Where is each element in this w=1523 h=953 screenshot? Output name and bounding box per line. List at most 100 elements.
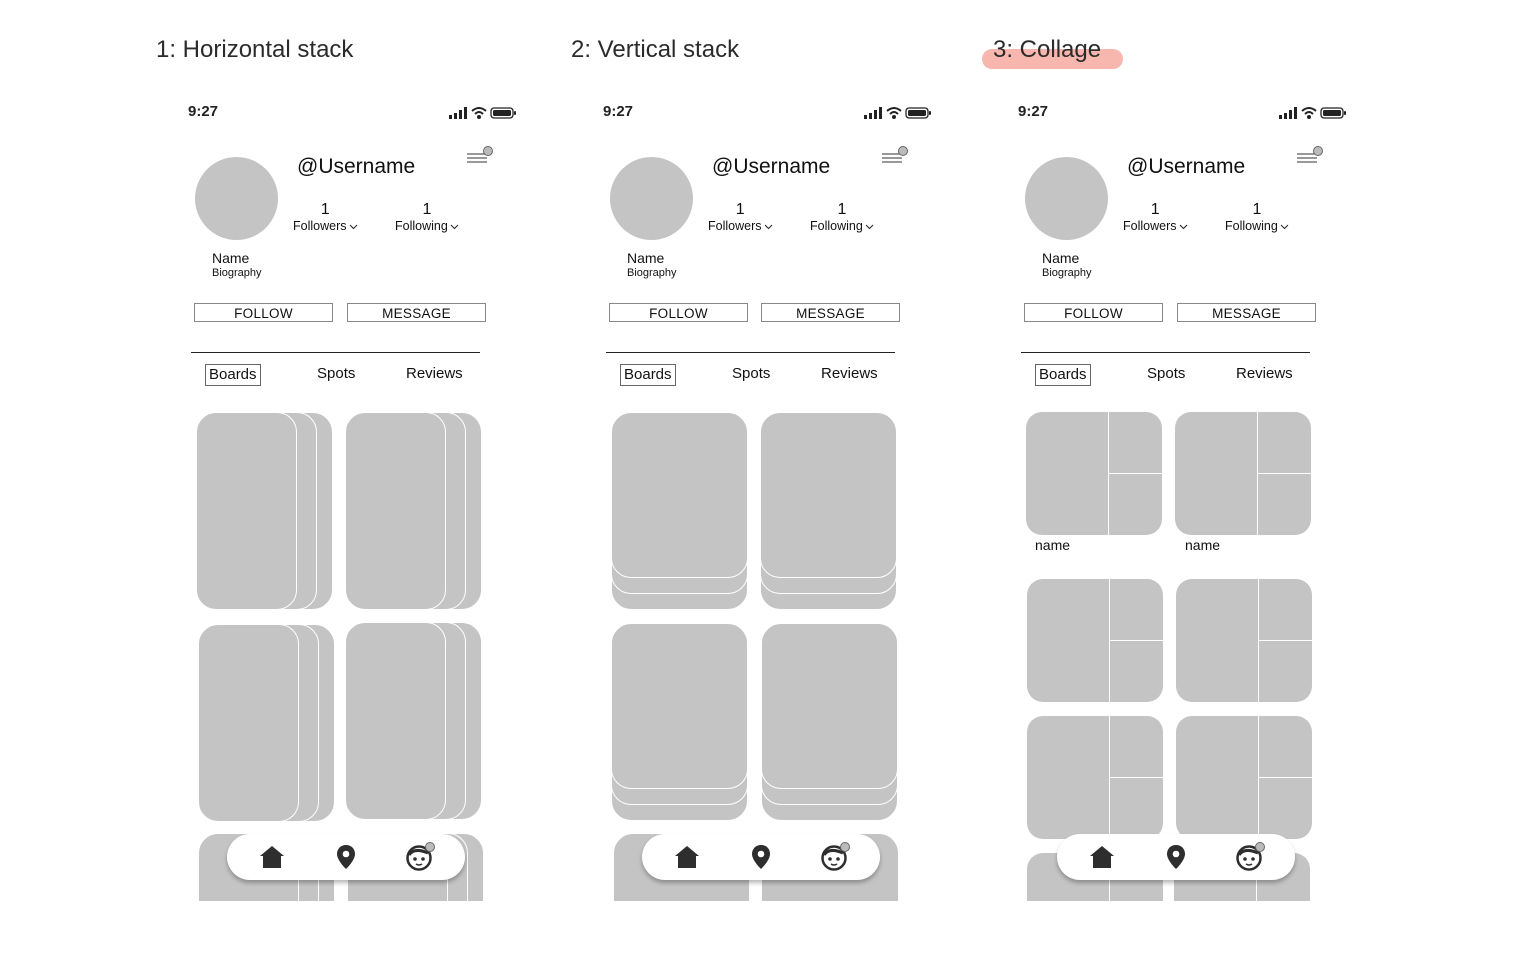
collage-board[interactable] bbox=[1176, 716, 1312, 839]
chevron-down-icon bbox=[865, 224, 874, 229]
followers-count: 1 bbox=[735, 201, 745, 218]
avatar[interactable] bbox=[195, 157, 278, 240]
collage-board[interactable] bbox=[1027, 716, 1163, 839]
board-card[interactable] bbox=[760, 412, 897, 578]
variant-title-collage: 3: Collage bbox=[993, 36, 1102, 63]
followers-stat[interactable]: 1 Followers bbox=[1123, 201, 1188, 233]
home-icon[interactable] bbox=[1087, 842, 1117, 872]
username: @Username bbox=[297, 155, 416, 178]
chevron-down-icon bbox=[349, 224, 357, 229]
variant-title-horizontal: 1: Horizontal stack bbox=[156, 36, 354, 63]
collage-board[interactable] bbox=[1027, 579, 1163, 702]
chevron-down-icon bbox=[450, 224, 459, 229]
profile-bio: Biography bbox=[212, 267, 262, 279]
board-name: name bbox=[1035, 537, 1071, 553]
message-button[interactable]: MESSAGE bbox=[1177, 303, 1316, 322]
menu-icon[interactable] bbox=[881, 146, 909, 168]
profile-name: Name bbox=[1042, 250, 1080, 266]
board-card[interactable] bbox=[196, 412, 297, 610]
tab-spots[interactable]: Spots bbox=[729, 364, 773, 384]
profile-face-icon[interactable] bbox=[1234, 842, 1268, 872]
tab-reviews[interactable]: Reviews bbox=[818, 364, 881, 384]
status-time: 9:27 bbox=[603, 103, 634, 120]
battery-icon bbox=[905, 107, 931, 119]
message-button[interactable]: MESSAGE bbox=[347, 303, 486, 322]
phone-vertical-stack: 9:27 @Username 1 Followers 1 Following N… bbox=[571, 90, 941, 901]
following-label: Following bbox=[1225, 219, 1289, 233]
signal-icon bbox=[449, 107, 467, 119]
following-stat[interactable]: 1 Following bbox=[395, 201, 459, 233]
tab-spots[interactable]: Spots bbox=[314, 364, 358, 384]
tab-boards[interactable]: Boards bbox=[1035, 364, 1091, 386]
board-card[interactable] bbox=[611, 623, 748, 789]
collage-board[interactable] bbox=[1175, 412, 1311, 535]
status-icons bbox=[449, 107, 516, 119]
location-pin-icon[interactable] bbox=[1161, 842, 1191, 872]
wifi-icon bbox=[886, 107, 902, 115]
following-count: 1 bbox=[837, 201, 847, 218]
tab-reviews[interactable]: Reviews bbox=[1233, 364, 1296, 384]
followers-count: 1 bbox=[1150, 201, 1160, 218]
following-label: Following bbox=[810, 219, 874, 233]
board-card[interactable] bbox=[345, 412, 446, 610]
home-icon[interactable] bbox=[257, 842, 287, 872]
username: @Username bbox=[1127, 155, 1246, 178]
divider bbox=[606, 352, 895, 353]
profile-name: Name bbox=[212, 250, 250, 266]
tab-boards[interactable]: Boards bbox=[205, 364, 261, 386]
board-card[interactable] bbox=[345, 622, 446, 820]
follow-button[interactable]: FOLLOW bbox=[194, 303, 333, 322]
followers-label: Followers bbox=[1123, 219, 1188, 233]
following-stat[interactable]: 1 Following bbox=[810, 201, 874, 233]
following-count: 1 bbox=[422, 201, 432, 218]
tab-reviews[interactable]: Reviews bbox=[403, 364, 466, 384]
battery-icon bbox=[490, 107, 516, 119]
board-name: name bbox=[1185, 537, 1221, 553]
message-button[interactable]: MESSAGE bbox=[761, 303, 900, 322]
chevron-down-icon bbox=[1280, 224, 1289, 229]
profile-bio: Biography bbox=[1042, 267, 1092, 279]
status-icons bbox=[1279, 107, 1346, 119]
status-time: 9:27 bbox=[1018, 103, 1049, 120]
chevron-down-icon bbox=[1179, 224, 1187, 229]
status-icons bbox=[864, 107, 931, 119]
followers-stat[interactable]: 1 Followers bbox=[293, 201, 358, 233]
following-label: Following bbox=[395, 219, 459, 233]
collage-board[interactable] bbox=[1026, 412, 1162, 535]
bottom-nav bbox=[642, 834, 880, 880]
following-stat[interactable]: 1 Following bbox=[1225, 201, 1289, 233]
status-time: 9:27 bbox=[188, 103, 219, 120]
signal-icon bbox=[1279, 107, 1297, 119]
bottom-nav bbox=[227, 834, 465, 880]
profile-face-icon[interactable] bbox=[819, 842, 853, 872]
board-card[interactable] bbox=[198, 624, 299, 822]
username: @Username bbox=[712, 155, 831, 178]
bottom-nav bbox=[1057, 834, 1295, 880]
menu-icon[interactable] bbox=[1296, 146, 1324, 168]
follow-button[interactable]: FOLLOW bbox=[609, 303, 748, 322]
followers-label: Followers bbox=[293, 219, 358, 233]
profile-name: Name bbox=[627, 250, 665, 266]
signal-icon bbox=[864, 107, 882, 119]
avatar[interactable] bbox=[1025, 157, 1108, 240]
followers-stat[interactable]: 1 Followers bbox=[708, 201, 773, 233]
board-card[interactable] bbox=[761, 623, 898, 789]
avatar[interactable] bbox=[610, 157, 693, 240]
follow-button[interactable]: FOLLOW bbox=[1024, 303, 1163, 322]
followers-label: Followers bbox=[708, 219, 773, 233]
location-pin-icon[interactable] bbox=[746, 842, 776, 872]
divider bbox=[191, 352, 480, 353]
phone-collage: 9:27 @Username 1 Followers 1 Following N… bbox=[986, 90, 1356, 901]
tab-boards[interactable]: Boards bbox=[620, 364, 676, 386]
location-pin-icon[interactable] bbox=[331, 842, 361, 872]
menu-icon[interactable] bbox=[466, 146, 494, 168]
divider bbox=[1021, 352, 1310, 353]
profile-bio: Biography bbox=[627, 267, 677, 279]
tab-spots[interactable]: Spots bbox=[1144, 364, 1188, 384]
profile-face-icon[interactable] bbox=[404, 842, 438, 872]
home-icon[interactable] bbox=[672, 842, 702, 872]
board-card[interactable] bbox=[611, 412, 748, 578]
collage-board[interactable] bbox=[1176, 579, 1312, 702]
chevron-down-icon bbox=[764, 224, 772, 229]
wifi-icon bbox=[471, 107, 487, 115]
